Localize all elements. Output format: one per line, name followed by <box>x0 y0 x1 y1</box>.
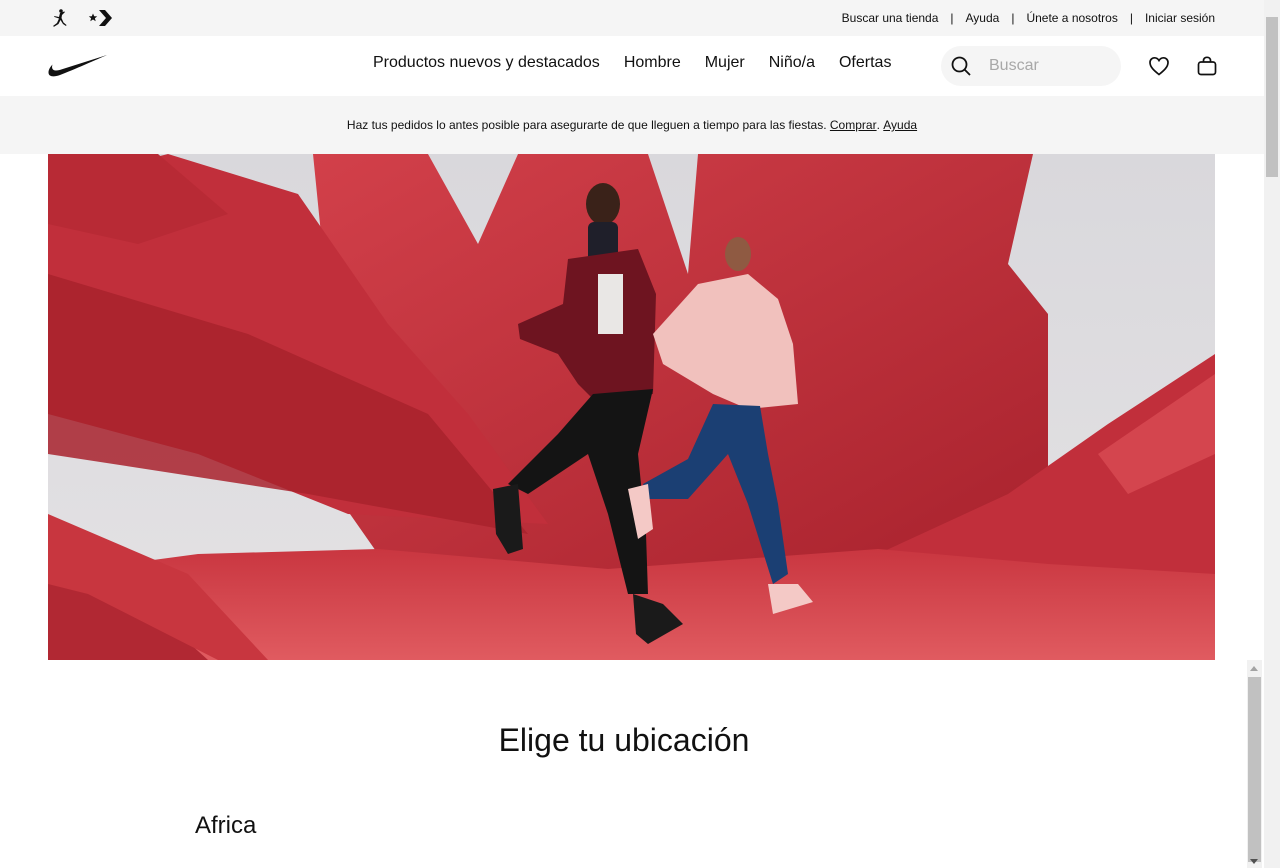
sign-in-link[interactable]: Iniciar sesión <box>1145 11 1215 25</box>
link-separator: | <box>1129 11 1133 25</box>
nav-women[interactable]: Mujer <box>705 54 745 72</box>
page-title: Elige tu ubicación <box>498 722 750 758</box>
section-scrollbar[interactable] <box>1247 660 1262 868</box>
favorites-heart-icon[interactable] <box>1147 54 1171 78</box>
search-icon[interactable] <box>941 46 981 86</box>
promo-banner: Haz tus pedidos lo antes posible para as… <box>0 96 1264 154</box>
section-scrollbar-thumb[interactable] <box>1248 677 1261 862</box>
link-separator: | <box>950 11 954 25</box>
nike-swoosh-icon[interactable] <box>48 54 108 78</box>
help-link[interactable]: Ayuda <box>966 11 1000 25</box>
page-scrollbar-thumb[interactable] <box>1266 17 1278 177</box>
nav-kids[interactable]: Niño/a <box>769 54 815 72</box>
brand-icons <box>48 6 112 30</box>
nav-new-featured[interactable]: Productos nuevos y destacados <box>373 54 600 72</box>
find-store-link[interactable]: Buscar una tienda <box>842 11 939 25</box>
nav-men[interactable]: Hombre <box>624 54 681 72</box>
utility-bar: Buscar una tienda | Ayuda | Únete a noso… <box>0 0 1264 36</box>
main-header: Productos nuevos y destacados Hombre Muj… <box>0 36 1264 96</box>
nav-sale[interactable]: Ofertas <box>839 54 891 72</box>
promo-help-link[interactable]: Ayuda <box>883 118 917 132</box>
promo-separator: . <box>876 118 880 132</box>
link-separator: | <box>1011 11 1015 25</box>
scroll-down-arrow-icon[interactable] <box>1250 859 1258 864</box>
search-box <box>941 46 1121 86</box>
promo-text: Haz tus pedidos lo antes posible para as… <box>346 118 827 132</box>
page-scrollbar[interactable] <box>1264 0 1280 868</box>
scroll-up-arrow-icon[interactable] <box>1250 666 1258 671</box>
search-input[interactable] <box>981 57 1111 75</box>
runners-in-red-paper-photo <box>48 154 1215 660</box>
join-us-link[interactable]: Únete a nosotros <box>1026 11 1117 25</box>
jordan-jumpman-icon[interactable] <box>48 6 72 30</box>
utility-links: Buscar una tienda | Ayuda | Únete a noso… <box>842 11 1215 25</box>
promo-shop-link[interactable]: Comprar <box>830 118 877 132</box>
hero-image[interactable] <box>48 154 1215 660</box>
region-heading-africa: Africa <box>195 812 257 839</box>
shopping-bag-icon[interactable] <box>1195 54 1219 78</box>
main-nav: Productos nuevos y destacados Hombre Muj… <box>373 54 891 72</box>
converse-star-chevron-icon[interactable] <box>88 6 112 30</box>
